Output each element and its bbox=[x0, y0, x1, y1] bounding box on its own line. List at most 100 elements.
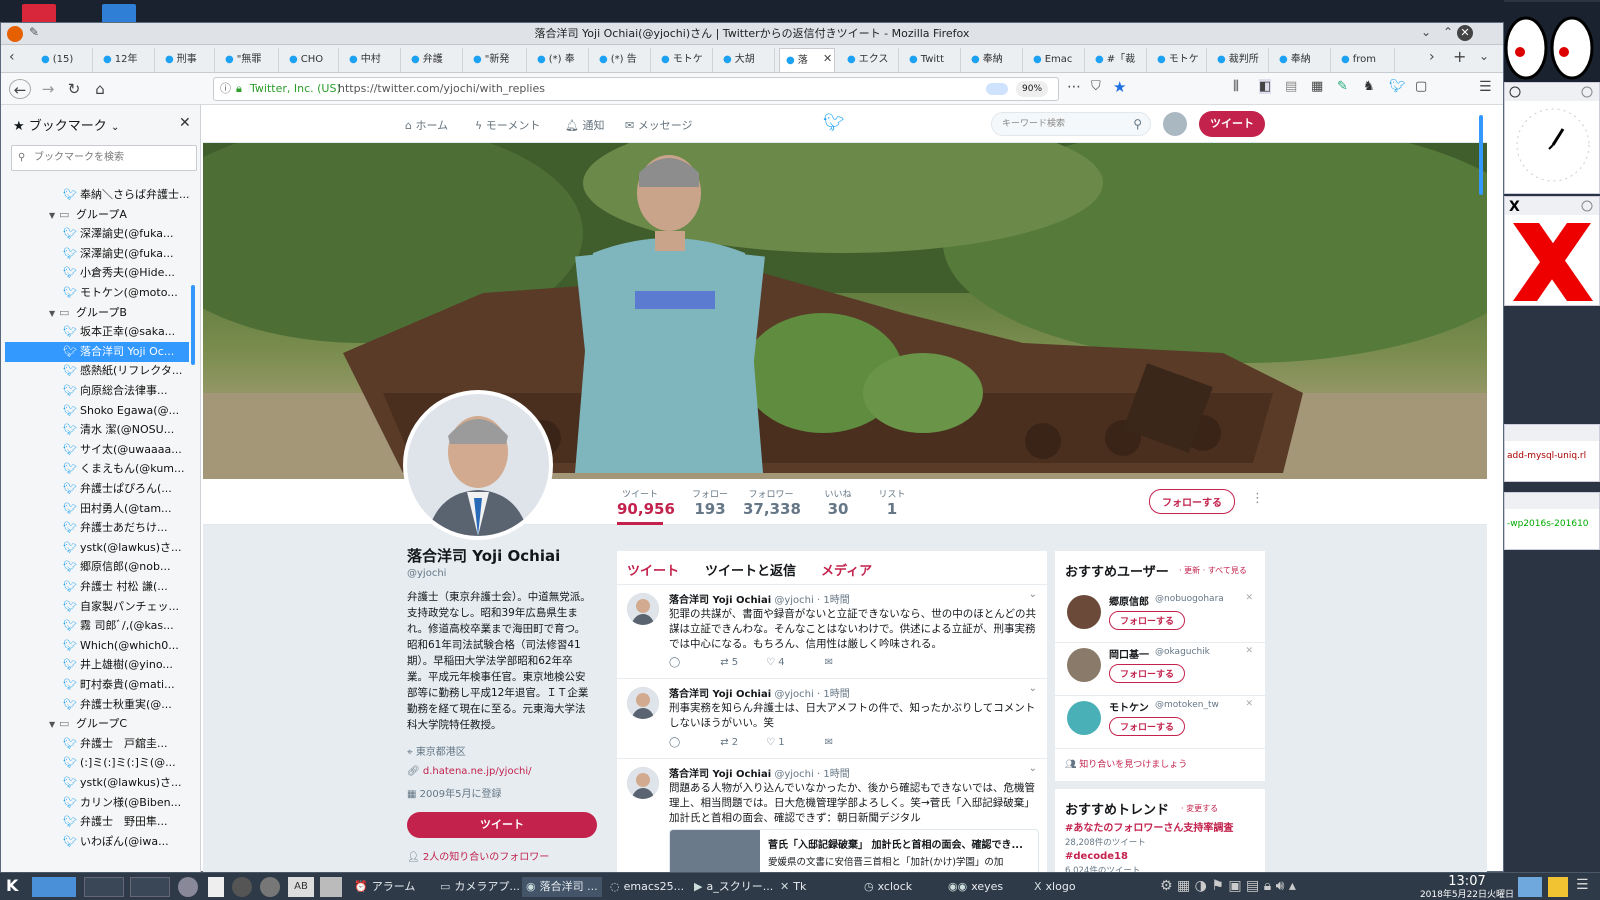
document-icon[interactable] bbox=[208, 877, 224, 897]
browser-tab[interactable]: ● Twitt bbox=[903, 48, 961, 72]
forward-icon[interactable]: → bbox=[37, 79, 59, 99]
bookmark-item[interactable]: 🐦︎ 小倉秀夫(@Hide... bbox=[5, 263, 189, 283]
bookmark-item[interactable]: 🐦︎ 清水 潔(@NOSU... bbox=[5, 420, 189, 440]
tweet-author-name[interactable]: 落合洋司 Yoji Ochiai bbox=[669, 769, 771, 780]
nav-messages[interactable]: ✉ メッセージ bbox=[625, 117, 693, 133]
browser-tab[interactable]: ● "新発 bbox=[467, 48, 527, 72]
link-card[interactable]: 菅氏「入邸記録破棄」 加計氏と首相の面会、確認でき... 愛媛県の文書に安倍晋三首… bbox=[669, 829, 1039, 873]
followers-you-know[interactable]: 👤︎ 2人の知り合いのフォロワー bbox=[407, 848, 607, 863]
tweet-avatar[interactable] bbox=[627, 687, 659, 719]
reply-icon[interactable]: ◯ bbox=[669, 657, 680, 668]
user-avatar[interactable] bbox=[1067, 595, 1101, 629]
find-friends-link[interactable]: 👥︎ 知り合いを見つけましょう bbox=[1065, 757, 1187, 770]
toggle-icon[interactable] bbox=[986, 83, 1008, 95]
emacs-window-2[interactable]: -wp2016s-201610 bbox=[1504, 492, 1600, 550]
tweet-author-handle[interactable]: @yjochi bbox=[774, 689, 813, 700]
like-icon[interactable]: ♡ bbox=[766, 657, 778, 668]
browser-tab[interactable]: ● 中村 bbox=[343, 48, 401, 72]
library-icon[interactable]: ⫼ bbox=[1233, 79, 1239, 94]
bookmark-item[interactable]: 🐦︎ 弁護士ぱぴろん(... bbox=[5, 479, 189, 499]
browser-tab[interactable]: ● 奉納 bbox=[1273, 48, 1331, 72]
keyboard-layout-icon[interactable]: AB bbox=[288, 877, 314, 897]
taskbar-window-button[interactable]: ◉ 落合洋司 ... bbox=[522, 877, 602, 897]
page-scrollbar[interactable] bbox=[1479, 115, 1483, 195]
bookmark-folder[interactable]: ▼ ▭ グループA bbox=[5, 205, 189, 225]
bookmark-item[interactable]: 🐦︎ サイ太(@uwaaaa... bbox=[5, 440, 189, 460]
tweet-time[interactable]: · 1時間 bbox=[817, 689, 850, 700]
system-tray-icons[interactable]: ⚙ ▦ ◑ ⚑ ▣ ▤ 🔒︎ 🔊︎ ▴ bbox=[1160, 878, 1296, 894]
suggested-user-name[interactable]: 岡口基一 bbox=[1109, 646, 1149, 661]
followers-you-know-text[interactable]: 2人の知り合いのフォロワー bbox=[423, 852, 549, 863]
taskbar-window-button[interactable]: ▶ a_スクリー... bbox=[690, 877, 773, 897]
tweet[interactable]: 落合洋司 Yoji Ochiai @yjochi · 1時間 ⌄ 犯罪の共謀が、書面… bbox=[617, 585, 1047, 679]
tweet-to-button[interactable]: ツイート bbox=[407, 812, 597, 838]
dismiss-icon[interactable]: ✕ bbox=[1245, 646, 1253, 656]
browser-tab[interactable]: ● モトケ bbox=[1151, 48, 1207, 72]
browser-tab[interactable]: ● 大胡 bbox=[717, 48, 775, 72]
taskbar-window-button[interactable]: Xxlogo bbox=[1030, 877, 1110, 897]
tweet-menu-chevron-icon[interactable]: ⌄ bbox=[1029, 683, 1037, 694]
home-icon[interactable]: ⌂ bbox=[89, 79, 111, 99]
info-icon[interactable]: ⓘ bbox=[220, 78, 231, 100]
reply-icon[interactable]: ◯ bbox=[669, 737, 680, 748]
user-avatar[interactable] bbox=[1067, 701, 1101, 735]
suggested-user-handle[interactable]: @nobuogohara bbox=[1155, 594, 1224, 604]
tab-tweets-replies[interactable]: ツイートと返信 bbox=[705, 560, 796, 579]
maximize-icon[interactable]: ⌃ bbox=[1443, 25, 1453, 39]
message-icon[interactable]: ✉ bbox=[825, 657, 833, 668]
search-icon[interactable]: ⚲ bbox=[1133, 113, 1142, 135]
bookmark-item[interactable]: 🐦︎ 奉納＼さらば弁護士... bbox=[5, 185, 189, 205]
bookmark-item[interactable]: 🐦︎ カリン様(@Biben... bbox=[5, 793, 189, 813]
tab-list-icon[interactable]: ⌄ bbox=[1479, 49, 1489, 63]
browser-tab[interactable]: ● from bbox=[1335, 48, 1395, 72]
browser-tab[interactable]: ● CHO bbox=[283, 48, 339, 72]
folder-icon[interactable] bbox=[102, 4, 136, 22]
more-options-icon[interactable]: ⋮ bbox=[1251, 491, 1264, 506]
follow-user-button[interactable]: フォローする bbox=[1109, 717, 1186, 736]
back-icon[interactable]: ← bbox=[9, 79, 31, 99]
browser-tab[interactable]: ● 奉納 bbox=[965, 48, 1023, 72]
expand-triangle-icon[interactable]: ▼ bbox=[49, 715, 59, 735]
nav-home[interactable]: ⌂ ホーム bbox=[405, 117, 448, 133]
profile-link[interactable]: 🔗︎ d.hatena.ne.jp/yjochi/ bbox=[407, 766, 607, 777]
retweet-icon[interactable]: ⇄ bbox=[720, 657, 732, 668]
url-text[interactable]: https://twitter.com/yjochi/with_replies bbox=[338, 78, 545, 100]
profile-stat[interactable]: ツイート 90,956 bbox=[617, 487, 675, 525]
suggested-user-handle[interactable]: @okaguchik bbox=[1155, 647, 1210, 657]
close-icon[interactable]: ✕ bbox=[1457, 25, 1473, 41]
bookmark-item[interactable]: 🐦︎ 坂本正幸(@saka... bbox=[5, 322, 189, 342]
minimize-icon[interactable]: ⌄ bbox=[1421, 25, 1431, 39]
bookmark-item[interactable]: 🐦︎ モトケン(@moto... bbox=[5, 283, 189, 303]
bookmark-item[interactable]: 🐦︎ 自家製パンチェッ... bbox=[5, 597, 189, 617]
tweet-avatar[interactable] bbox=[627, 767, 659, 799]
pin-icon[interactable]: ✎ bbox=[29, 25, 39, 39]
trend-tag[interactable]: #decode18 bbox=[1065, 851, 1261, 862]
browser-tab[interactable]: ● #「裁 bbox=[1089, 48, 1147, 72]
tweet-author-name[interactable]: 落合洋司 Yoji Ochiai bbox=[669, 595, 771, 606]
sidebar-toggle-icon[interactable]: ◧ bbox=[1259, 79, 1272, 94]
sidebar-scrollbar[interactable] bbox=[191, 285, 195, 365]
message-icon[interactable]: ✉ bbox=[825, 737, 833, 748]
follow-user-button[interactable]: フォローする bbox=[1109, 664, 1186, 683]
sidebar-header[interactable]: ★ ブックマーク ⌄ bbox=[13, 115, 119, 134]
dismiss-icon[interactable]: ✕ bbox=[1245, 699, 1253, 709]
trend-item[interactable]: #decode18 6,024件のツイート bbox=[1065, 851, 1261, 873]
profile-stat[interactable]: フォロワー 37,338 bbox=[743, 487, 801, 518]
profile-stat[interactable]: フォロー 193 bbox=[687, 487, 733, 518]
dismiss-icon[interactable]: ✕ bbox=[1245, 593, 1253, 603]
taskbar-window-button[interactable]: ▭ カメラアプ... bbox=[436, 877, 520, 897]
xlogo-window[interactable]: X bbox=[1504, 196, 1600, 306]
bookmark-item[interactable]: 🐦︎ 霧 司郎ﾞ/,(@kas... bbox=[5, 616, 189, 636]
user-avatar[interactable] bbox=[1067, 648, 1101, 682]
bookmark-item[interactable]: 🐦︎ 深澤諭史(@fuka... bbox=[5, 224, 189, 244]
tabs-scroll-left-icon[interactable]: ‹ bbox=[9, 49, 15, 65]
reload-icon[interactable]: ↻ bbox=[63, 79, 85, 99]
desktop-thumbnail-icon[interactable] bbox=[1518, 877, 1542, 897]
extension-icon[interactable]: ▤ bbox=[1285, 79, 1297, 94]
bookmark-star-icon[interactable]: ★ bbox=[1113, 78, 1126, 96]
pocket-icon[interactable]: ⛉ bbox=[1091, 79, 1101, 94]
xeyes-window[interactable] bbox=[1504, 2, 1600, 82]
bookmark-item[interactable]: 🐦︎ (:]ミ(:]ミ(:]ミ(@... bbox=[5, 753, 189, 773]
tweet-time[interactable]: · 1時間 bbox=[817, 769, 850, 780]
compose-tweet-button[interactable]: ツイート bbox=[1199, 111, 1265, 137]
